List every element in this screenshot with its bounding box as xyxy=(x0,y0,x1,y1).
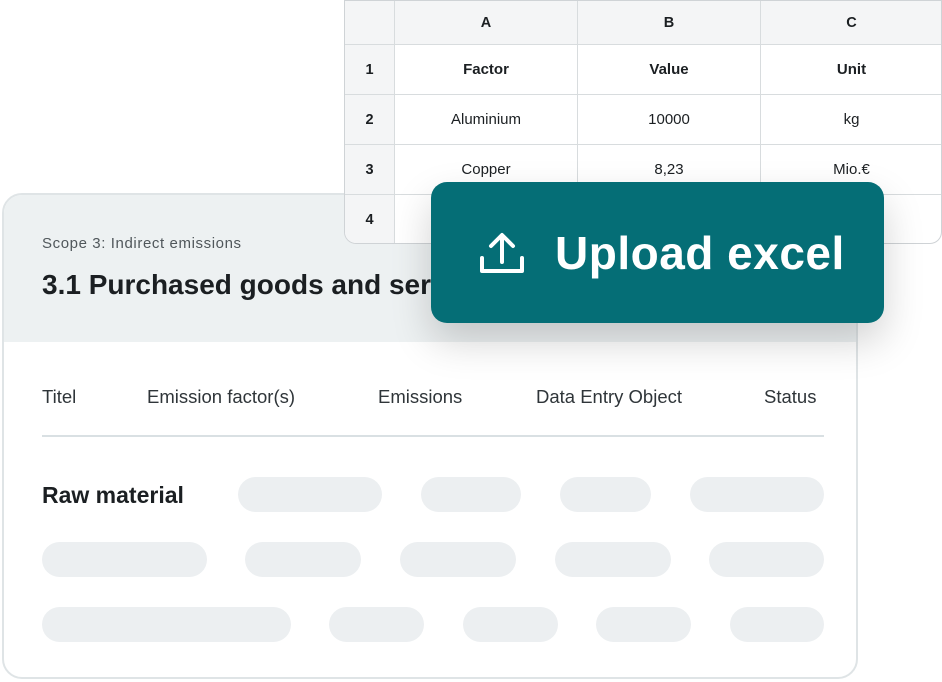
placeholder-bar xyxy=(463,607,558,642)
placeholder-bar xyxy=(42,607,291,642)
placeholder-bar xyxy=(690,477,824,512)
placeholder-bar xyxy=(42,542,207,577)
upload-icon xyxy=(477,228,527,278)
column-header-emission-factors[interactable]: Emission factor(s) xyxy=(147,386,295,408)
table-divider xyxy=(42,435,824,437)
column-header-emissions[interactable]: Emissions xyxy=(378,386,462,408)
placeholder-bar xyxy=(421,477,521,512)
sheet-cell[interactable]: 10000 xyxy=(578,95,761,145)
sheet-cell[interactable]: kg xyxy=(761,95,941,145)
sheet-cell[interactable]: Unit xyxy=(761,45,941,95)
upload-excel-button[interactable]: Upload excel xyxy=(431,182,884,323)
column-header-b[interactable]: B xyxy=(578,1,761,45)
sheet-cell[interactable]: Aluminium xyxy=(395,95,578,145)
placeholder-bar xyxy=(555,542,671,577)
row-header[interactable]: 3 xyxy=(345,145,395,195)
placeholder-bar xyxy=(238,477,382,512)
row-header[interactable]: 1 xyxy=(345,45,395,95)
column-header-c[interactable]: C xyxy=(761,1,941,45)
scope-label: Scope 3: Indirect emissions xyxy=(42,235,242,252)
row-header[interactable]: 2 xyxy=(345,95,395,145)
sheet-cell[interactable]: Value xyxy=(578,45,761,95)
column-header-data-entry-object[interactable]: Data Entry Object xyxy=(536,386,682,408)
placeholder-bar xyxy=(329,607,424,642)
row-header[interactable]: 4 xyxy=(345,195,395,243)
row-label-raw-material: Raw material xyxy=(42,482,184,508)
column-header-titel[interactable]: Titel xyxy=(42,386,76,408)
placeholder-bar xyxy=(709,542,824,577)
placeholder-bar xyxy=(245,542,361,577)
placeholder-bar xyxy=(596,607,691,642)
column-header-a[interactable]: A xyxy=(395,1,578,45)
placeholder-bar xyxy=(730,607,824,642)
sheet-cell[interactable]: Factor xyxy=(395,45,578,95)
placeholder-bar xyxy=(400,542,516,577)
upload-button-label: Upload excel xyxy=(555,226,845,279)
column-header-status[interactable]: Status xyxy=(764,386,816,408)
placeholder-bar xyxy=(560,477,651,512)
corner-cell[interactable] xyxy=(345,1,395,45)
